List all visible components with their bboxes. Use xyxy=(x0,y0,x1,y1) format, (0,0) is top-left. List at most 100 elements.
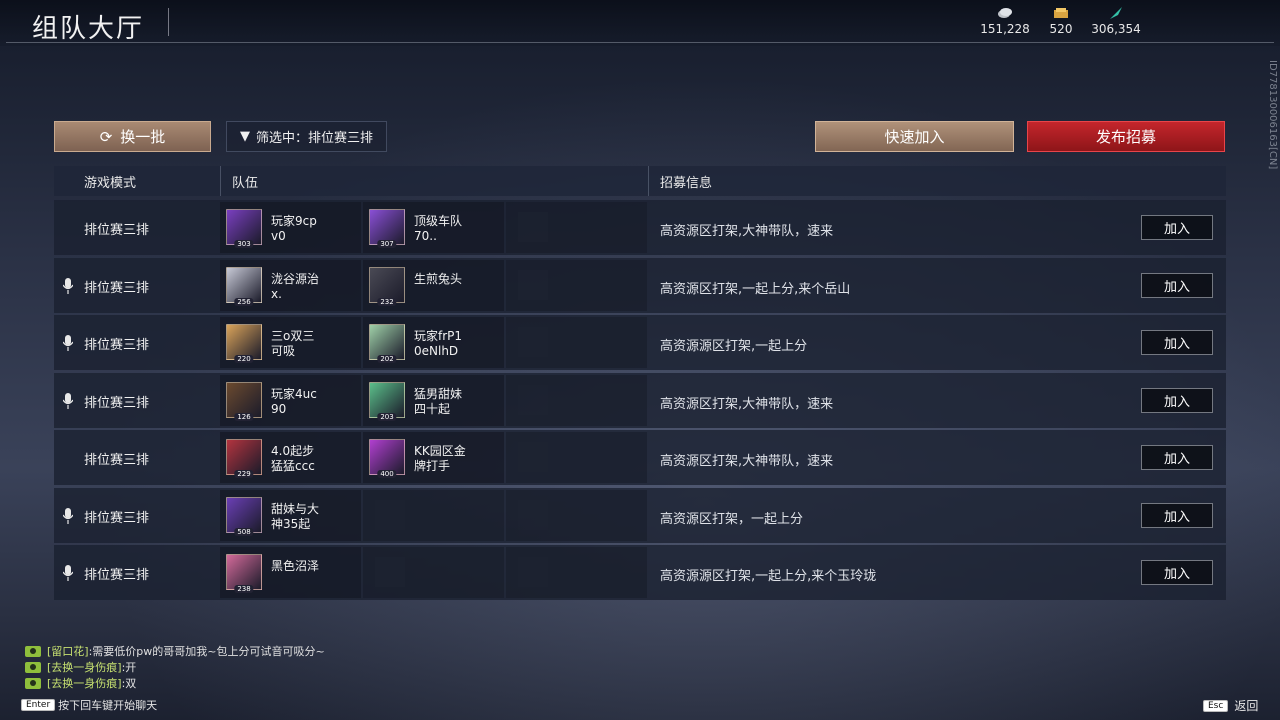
recruit-info: 高资源区打架,一起上分,来个岳山 xyxy=(660,281,851,297)
empty-slot-placeholder xyxy=(518,327,548,357)
recruit-info: 高资源区打架,大神带队，速来 xyxy=(660,454,834,469)
player-name: 黑色沼泽 xyxy=(271,559,320,573)
chat-sender[interactable]: [去换一身伤痕] xyxy=(47,677,122,690)
table-row: 排位赛三排 238 黑色沼泽 高资源源区打架,一起上分,来个玉玲珑 加入 xyxy=(54,545,1226,600)
join-button[interactable]: 加入 xyxy=(1141,502,1213,528)
chat-sender[interactable]: [留口花] xyxy=(47,645,89,658)
member-slot[interactable]: 256 泷谷源治 x. xyxy=(220,259,361,311)
header-divider xyxy=(220,166,221,196)
enter-key: Enter xyxy=(21,699,56,711)
chat-hint-text: 按下回车键开始聊天 xyxy=(58,699,158,712)
join-label: 加入 xyxy=(1163,279,1190,295)
refresh-icon: ⟳ xyxy=(99,127,113,146)
player-name: 甜妹与大 神35起 xyxy=(271,501,320,531)
member-slot[interactable]: 202 玩家frP1 0eNlhD xyxy=(363,317,504,368)
publish-recruit-label: 发布招募 xyxy=(1095,128,1156,146)
chat-hint[interactable]: Enter 按下回车键开始聊天 xyxy=(21,697,157,713)
refresh-button[interactable]: ⟳ 换一批 xyxy=(54,121,211,152)
avatar: 508 xyxy=(226,496,262,536)
join-button[interactable]: 加入 xyxy=(1141,445,1213,470)
table-header: 游戏模式 队伍 招募信息 xyxy=(54,166,1226,196)
player-name: 生煎兔头 xyxy=(414,271,463,286)
chat-channel-icon xyxy=(25,677,41,689)
back-label: 返回 xyxy=(1234,699,1259,713)
header-info: 招募信息 xyxy=(660,175,713,191)
quick-join-label: 快速加入 xyxy=(884,128,945,146)
join-label: 加入 xyxy=(1163,509,1190,525)
member-slot[interactable]: 229 4.0起步 猛猛ccc xyxy=(220,432,361,483)
join-label: 加入 xyxy=(1163,394,1190,410)
player-id: ID778130006163[CN] xyxy=(1267,60,1278,170)
empty-slot xyxy=(506,317,647,368)
player-name: 顶级车队 70.. xyxy=(414,214,463,243)
player-name: 4.0起步 猛猛ccc xyxy=(271,444,315,473)
chat-message: :双 xyxy=(121,677,137,690)
level-badge: 303 xyxy=(234,240,254,248)
chat-channel-icon xyxy=(25,661,41,673)
member-slot[interactable]: 126 玩家4uc 90 xyxy=(220,374,361,426)
empty-slot-placeholder xyxy=(518,212,548,242)
join-button[interactable]: 加入 xyxy=(1141,272,1213,298)
player-name: 猛男甜妹 四十起 xyxy=(414,386,463,416)
join-label: 加入 xyxy=(1163,337,1190,352)
back-button[interactable]: Esc 返回 xyxy=(1203,697,1258,714)
chat-sender[interactable]: [去换一身伤痕] xyxy=(47,661,122,674)
empty-slot xyxy=(363,489,504,541)
refresh-label: 换一批 xyxy=(120,128,166,146)
member-slot[interactable]: 238 黑色沼泽 xyxy=(220,547,361,598)
currency-silver-value: 151,228 xyxy=(980,22,1030,36)
empty-slot-placeholder xyxy=(518,499,548,530)
page-title: 组队大厅 xyxy=(32,14,145,44)
level-badge: 508 xyxy=(234,527,254,536)
join-button[interactable]: 加入 xyxy=(1141,560,1213,585)
player-name: KK园区金 牌打手 xyxy=(414,444,466,473)
empty-slot-placeholder xyxy=(518,442,548,472)
microphone-icon xyxy=(63,277,73,294)
member-slot[interactable]: 307 顶级车队 70.. xyxy=(363,202,504,253)
level-badge: 400 xyxy=(377,470,397,478)
publish-recruit-button[interactable]: 发布招募 xyxy=(1027,121,1225,152)
join-button[interactable]: 加入 xyxy=(1141,330,1213,355)
row-mode: 排位赛三排 xyxy=(84,453,150,468)
header-divider xyxy=(648,166,649,196)
chat-line: [留口花]:需要低价pw的哥哥加我~包上分可试音可吸分~ xyxy=(25,643,325,659)
empty-slot xyxy=(506,489,647,541)
member-slot[interactable]: 400 KK园区金 牌打手 xyxy=(363,432,504,483)
member-slot[interactable]: 303 玩家9cp v0 xyxy=(220,202,361,253)
empty-slot-placeholder xyxy=(518,557,548,587)
currency-feather-value: 306,354 xyxy=(1091,22,1141,36)
player-name: 三o双三 可吸 xyxy=(271,329,315,358)
title-divider xyxy=(168,8,169,36)
level-badge: 232 xyxy=(377,297,397,306)
empty-slot xyxy=(506,547,647,598)
avatar: 238 xyxy=(226,554,262,593)
avatar: 400 xyxy=(369,439,405,478)
empty-slot xyxy=(506,202,647,253)
quick-join-button[interactable]: 快速加入 xyxy=(815,121,1014,152)
player-name: 玩家frP1 0eNlhD xyxy=(414,329,463,358)
row-mode: 排位赛三排 xyxy=(84,568,150,583)
row-mode: 排位赛三排 xyxy=(84,395,150,411)
join-label: 加入 xyxy=(1163,567,1190,582)
row-mode: 排位赛三排 xyxy=(84,223,150,238)
member-slot[interactable]: 220 三o双三 可吸 xyxy=(220,317,361,368)
level-badge: 126 xyxy=(234,412,254,421)
filter-icon: ▼ xyxy=(239,129,250,144)
member-slot[interactable]: 508 甜妹与大 神35起 xyxy=(220,489,361,541)
team-table: 游戏模式 队伍 招募信息 排位赛三排 303 玩家9cp v0 307 顶级车队 70.… xyxy=(54,166,1226,600)
chat-channel-icon xyxy=(25,645,41,657)
member-slot[interactable]: 203 猛男甜妹 四十起 xyxy=(363,374,504,426)
table-row: 排位赛三排 229 4.0起步 猛猛ccc 400 KK园区金 牌打手 高资源区打架,大神… xyxy=(54,430,1226,485)
level-badge: 202 xyxy=(377,355,397,363)
chat-message: :需要低价pw的哥哥加我~包上分可试音可吸分~ xyxy=(88,645,325,658)
chat-line: [去换一身伤痕]:开 xyxy=(25,659,136,675)
recruit-info: 高资源区打架,大神带队，速来 xyxy=(660,224,834,239)
join-button[interactable]: 加入 xyxy=(1141,387,1213,413)
member-slot[interactable]: 232 生煎兔头 xyxy=(363,259,504,311)
feather-token-icon xyxy=(1110,7,1122,19)
avatar: 232 xyxy=(369,266,405,306)
join-button[interactable]: 加入 xyxy=(1141,215,1213,240)
avatar: 220 xyxy=(226,324,262,363)
microphone-icon xyxy=(63,335,73,351)
filter-button[interactable]: ▼ 筛选中：排位赛三排 xyxy=(226,121,387,152)
